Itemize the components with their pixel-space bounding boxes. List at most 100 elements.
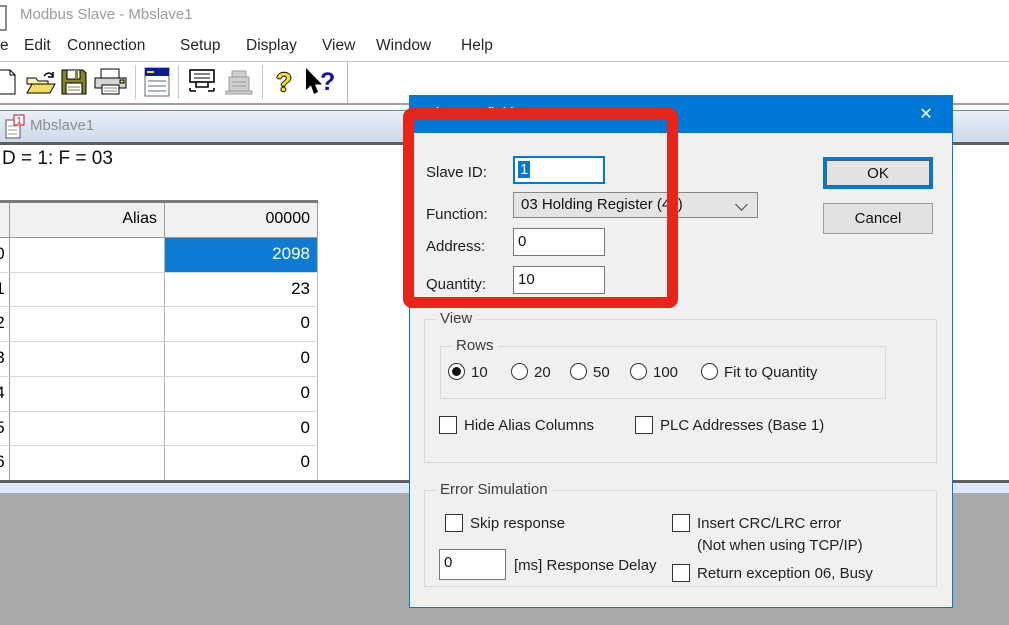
value-cell[interactable]: 0 [165, 446, 318, 480]
insert-crc-note: (Not when using TCP/IP) [697, 537, 863, 554]
error-group-label: Error Simulation [436, 481, 552, 498]
alias-cell[interactable] [10, 377, 165, 411]
connect-button[interactable] [185, 66, 219, 98]
connection-icon [186, 67, 218, 97]
insert-crc-label[interactable]: Insert CRC/LRC error [697, 515, 841, 532]
alias-cell[interactable] [10, 307, 165, 341]
disconnect-button[interactable] [221, 66, 257, 98]
hide-alias-checkbox[interactable] [439, 416, 457, 434]
register-grid: Alias 00000 0 2098 1 23 2 0 3 0 [0, 200, 318, 483]
new-file-button[interactable] [0, 66, 20, 98]
rows-radio-20[interactable] [511, 363, 528, 380]
screen: Modbus Slave - Mbslave1 e Edit Connectio… [0, 0, 1009, 625]
return-exception-checkbox[interactable] [672, 564, 690, 582]
alias-cell[interactable] [10, 446, 165, 480]
error-simulation-groupbox: Error Simulation Skip response 0 [ms] Re… [424, 490, 937, 587]
close-icon[interactable]: ✕ [905, 96, 947, 133]
display-setup-icon [144, 67, 170, 97]
cancel-button[interactable]: Cancel [823, 203, 933, 234]
menu-item-edit[interactable]: Edit [24, 32, 51, 60]
grid-row: 0 2098 [0, 238, 318, 273]
chevron-down-icon [735, 198, 748, 211]
value-cell[interactable]: 23 [165, 273, 318, 307]
row-number-cell: 1 [0, 273, 10, 307]
value-cell[interactable]: 0 [165, 377, 318, 411]
grid-header-00000[interactable]: 00000 [165, 203, 318, 237]
main-titlebar[interactable]: Modbus Slave - Mbslave1 [0, 0, 1009, 32]
rows-radio-20-label[interactable]: 20 [534, 364, 551, 381]
rows-radio-10-label[interactable]: 10 [471, 364, 488, 381]
grid-body: 0 2098 1 23 2 0 3 0 4 0 [0, 238, 318, 481]
help-button[interactable]: ? [268, 66, 300, 98]
skip-response-checkbox[interactable] [445, 514, 463, 532]
view-groupbox: View Rows 10 20 50 100 Fit to Quantity H… [424, 319, 937, 463]
rows-radio-100-label[interactable]: 100 [653, 364, 678, 381]
menu-item-window[interactable]: Window [376, 32, 431, 60]
rows-radio-50-label[interactable]: 50 [593, 364, 610, 381]
app-icon [0, 5, 7, 31]
window-title: Modbus Slave - Mbslave1 [20, 6, 193, 23]
print-button[interactable] [92, 66, 130, 98]
value-cell[interactable]: 0 [165, 307, 318, 341]
ok-button[interactable]: OK [823, 157, 933, 189]
display-setup-button[interactable] [141, 66, 173, 98]
printer-icon [93, 68, 129, 96]
mbslave-doc-icon: 1 [4, 114, 26, 140]
toolbar-separator [262, 65, 263, 99]
grid-row: 3 0 [0, 342, 318, 377]
plc-addresses-checkbox[interactable] [635, 416, 653, 434]
rows-group-label: Rows [452, 337, 498, 354]
open-file-button[interactable] [24, 66, 58, 98]
value-cell-selected[interactable]: 2098 [165, 238, 318, 272]
grid-row: 6 0 [0, 446, 318, 481]
rows-radio-fit-label[interactable]: Fit to Quantity [724, 364, 817, 381]
context-help-icon: ? [301, 67, 339, 97]
toolbar-separator [178, 65, 179, 99]
skip-response-label[interactable]: Skip response [470, 515, 565, 532]
help-icon: ? [276, 67, 292, 98]
svg-text:1: 1 [17, 116, 22, 126]
rows-radio-50[interactable] [570, 363, 587, 380]
return-exception-label[interactable]: Return exception 06, Busy [697, 565, 873, 582]
svg-text:?: ? [320, 68, 335, 96]
alias-cell[interactable] [10, 238, 165, 272]
insert-crc-checkbox[interactable] [672, 514, 690, 532]
view-group-label: View [436, 310, 476, 327]
slave-status-line: D = 1: F = 03 [2, 148, 113, 170]
menu-bar: e Edit Connection Setup Display View Win… [0, 32, 1009, 62]
value-cell[interactable]: 0 [165, 342, 318, 376]
annotation-red-rectangle [403, 108, 678, 308]
hide-alias-label[interactable]: Hide Alias Columns [464, 417, 594, 434]
rows-groupbox: Rows 10 20 50 100 Fit to Quantity [440, 346, 886, 399]
alias-cell[interactable] [10, 412, 165, 446]
menu-item-file[interactable]: e [0, 32, 9, 60]
row-number-cell: 6 [0, 446, 10, 480]
save-icon [60, 68, 88, 96]
grid-row: 2 0 [0, 307, 318, 342]
response-delay-input[interactable]: 0 [439, 549, 506, 580]
new-document-icon [0, 68, 18, 96]
grid-header-alias[interactable]: Alias [10, 203, 165, 237]
menu-item-connection[interactable]: Connection [67, 32, 145, 60]
rows-radio-100[interactable] [630, 363, 647, 380]
row-number-cell: 3 [0, 342, 10, 376]
menu-item-view[interactable]: View [322, 32, 355, 60]
menu-item-setup[interactable]: Setup [180, 32, 221, 60]
grid-header-row: Alias 00000 [0, 203, 318, 238]
rows-radio-10[interactable] [448, 363, 465, 380]
row-number-cell: 0 [0, 238, 10, 272]
grid-row: 1 23 [0, 273, 318, 308]
value-cell[interactable]: 0 [165, 412, 318, 446]
row-number-cell: 5 [0, 412, 10, 446]
grid-row: 4 0 [0, 377, 318, 412]
connection-disabled-icon [224, 67, 254, 97]
context-help-button[interactable]: ? [300, 66, 340, 98]
menu-item-help[interactable]: Help [461, 32, 493, 60]
toolbar-edge [347, 62, 348, 103]
alias-cell[interactable] [10, 342, 165, 376]
plc-addresses-label[interactable]: PLC Addresses (Base 1) [660, 417, 824, 434]
alias-cell[interactable] [10, 273, 165, 307]
save-button[interactable] [58, 66, 90, 98]
menu-item-display[interactable]: Display [246, 32, 297, 60]
rows-radio-fit[interactable] [701, 363, 718, 380]
